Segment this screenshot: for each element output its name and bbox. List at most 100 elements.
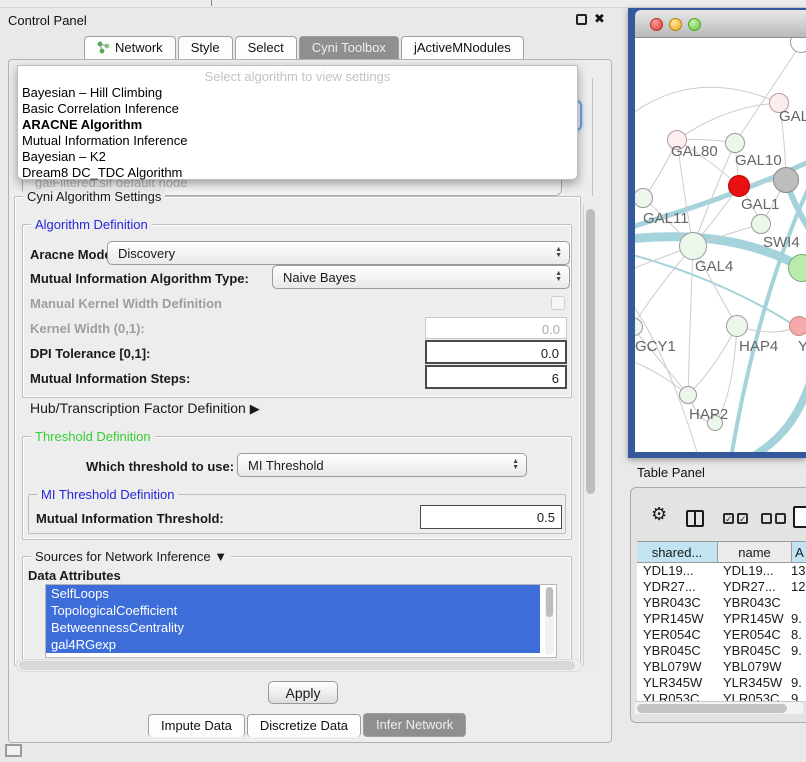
aracne-mode-combo[interactable]: Discovery ▲▼: [107, 241, 570, 265]
table-row[interactable]: YLR053CYLR053C9: [637, 691, 806, 701]
table-row[interactable]: YER054CYER054C8.: [637, 627, 806, 643]
attribute-betweennesscentrality[interactable]: BetweennessCentrality: [46, 619, 540, 636]
hub-definition-toggle[interactable]: Hub/Transcription Factor Definition ▶: [30, 400, 260, 417]
tab-select[interactable]: Select: [235, 36, 297, 59]
node-label-hap2: HAP2: [689, 406, 728, 423]
checked-checkbox-icon[interactable]: ✓: [737, 513, 748, 524]
table-row[interactable]: YPR145WYPR145W9.: [637, 611, 806, 627]
network-node-swi4[interactable]: [751, 214, 771, 234]
sources-title[interactable]: Sources for Network Inference ▼: [31, 549, 231, 564]
network-canvas[interactable]: GAL GAL80 GAL10 GAL1 GAL11 SWI4 GAL4 GCY…: [635, 38, 806, 452]
network-node-hap4[interactable]: [726, 315, 748, 337]
mi-type-combo[interactable]: Naive Bayes ▲▼: [272, 265, 570, 289]
cell: 8.: [787, 627, 806, 643]
unchecked-checkbox-icon[interactable]: [761, 513, 772, 524]
table-row[interactable]: YDR27...YDR27...12: [637, 579, 806, 595]
cell: YLR345W: [715, 675, 787, 691]
tab-network[interactable]: Network: [84, 36, 176, 59]
network-node-gal4[interactable]: [679, 232, 707, 260]
table-row[interactable]: YBR045CYBR045C9.: [637, 643, 806, 659]
top-strip: [0, 0, 806, 8]
cell: YER054C: [715, 627, 787, 643]
network-node-y[interactable]: [789, 316, 806, 336]
settings-scrollbar[interactable]: [583, 205, 597, 666]
cell: [787, 595, 806, 611]
attributes-scrollbar[interactable]: [545, 587, 554, 655]
expanded-arrow-icon: ▼: [214, 549, 227, 564]
settings-hscrollbar[interactable]: [16, 659, 582, 672]
bottom-tabs: Impute Data Discretize Data Infer Networ…: [148, 714, 468, 737]
column-header-shared[interactable]: shared...: [637, 542, 718, 562]
settings-hscrollbar-thumb[interactable]: [19, 661, 575, 670]
manual-kernel-checkbox[interactable]: [551, 296, 565, 310]
tab-cyni-toolbox[interactable]: Cyni Toolbox: [299, 36, 399, 59]
network-node-gal10[interactable]: [725, 133, 745, 153]
gear-icon[interactable]: ⚙: [651, 504, 667, 525]
which-threshold-combo[interactable]: MI Threshold ▲▼: [237, 453, 527, 477]
table-row[interactable]: YLR345WYLR345W9.: [637, 675, 806, 691]
minimized-panel-icon[interactable]: [5, 744, 22, 757]
minimize-traffic-light[interactable]: [669, 18, 682, 31]
mi-threshold-input[interactable]: 0.5: [420, 505, 562, 529]
sources-title-label: Sources for Network Inference: [35, 549, 211, 564]
zoom-traffic-light[interactable]: [688, 18, 701, 31]
table-hscrollbar[interactable]: [635, 701, 803, 714]
cell: YBL079W: [715, 659, 787, 675]
document-icon[interactable]: [793, 506, 806, 528]
checked-checkbox-icon[interactable]: ✓: [723, 513, 734, 524]
aracne-mode-value: Discovery: [118, 246, 175, 261]
algorithm-option-bayesian-k2[interactable]: Bayesian – K2: [18, 149, 577, 165]
network-node-gray[interactable]: [773, 167, 799, 193]
network-window-titlebar[interactable]: [635, 10, 806, 38]
tab-jactivemnodules[interactable]: jActiveMNodules: [401, 36, 524, 59]
data-attributes-list[interactable]: SelfLoops TopologicalCoefficient Between…: [45, 584, 557, 658]
cell: YDL19...: [637, 563, 715, 579]
column-header-third[interactable]: A: [792, 542, 806, 562]
stepper-icon: ▲▼: [555, 247, 562, 259]
algorithm-option-mutual-information[interactable]: Mutual Information Inference: [18, 133, 577, 149]
algorithm-option-dream8[interactable]: Dream8 DC_TDC Algorithm: [18, 165, 577, 181]
kernel-width-input[interactable]: 0.0: [425, 317, 567, 339]
tab-select-label: Select: [248, 40, 284, 55]
cell: 9.: [787, 611, 806, 627]
network-node-gal1[interactable]: [728, 175, 750, 197]
dpi-tolerance-input[interactable]: 0.0: [425, 340, 567, 364]
cell: YDL19...: [715, 563, 787, 579]
table-hscrollbar-thumb[interactable]: [637, 704, 787, 713]
cell: [787, 659, 806, 675]
table-row[interactable]: YBR043CYBR043C: [637, 595, 806, 611]
cell: 13: [787, 563, 806, 579]
tab-discretize-data[interactable]: Discretize Data: [247, 714, 361, 737]
float-window-icon[interactable]: [576, 14, 587, 25]
settings-scrollbar-thumb[interactable]: [586, 209, 595, 494]
network-node-hap2[interactable]: [679, 386, 697, 404]
table-row[interactable]: YDL19...YDL19...13: [637, 563, 806, 579]
algorithm-option-basic-correlation[interactable]: Basic Correlation Inference: [18, 101, 577, 117]
algorithm-option-aracne[interactable]: ARACNE Algorithm: [18, 117, 577, 133]
attribute-gal4rgexp[interactable]: gal4RGexp: [46, 636, 540, 653]
cell: YLR053C: [637, 691, 715, 701]
close-icon[interactable]: ✖: [594, 11, 605, 27]
columns-icon[interactable]: [686, 510, 704, 527]
divider: [211, 0, 212, 6]
tab-impute-data[interactable]: Impute Data: [148, 714, 245, 737]
mi-steps-label: Mutual Information Steps:: [30, 371, 190, 386]
cell: YBR043C: [637, 595, 715, 611]
control-panel-tabs: Network Style Select Cyni Toolbox jActiv…: [84, 36, 526, 59]
algorithm-option-bayesian-hill-climbing[interactable]: Bayesian – Hill Climbing: [18, 85, 577, 101]
attribute-selfloops[interactable]: SelfLoops: [46, 585, 540, 602]
apply-button[interactable]: Apply: [268, 681, 338, 704]
manual-kernel-label: Manual Kernel Width Definition: [30, 296, 222, 311]
mi-steps-input[interactable]: 6: [425, 365, 567, 389]
data-attributes-label: Data Attributes: [28, 568, 121, 583]
tab-network-label: Network: [115, 40, 163, 55]
tab-infer-network[interactable]: Infer Network: [363, 713, 466, 737]
close-traffic-light[interactable]: [650, 18, 663, 31]
attributes-scrollbar-thumb[interactable]: [546, 587, 553, 617]
unchecked-checkbox-icon[interactable]: [775, 513, 786, 524]
attribute-topologicalcoefficient[interactable]: TopologicalCoefficient: [46, 602, 540, 619]
tab-style[interactable]: Style: [178, 36, 233, 59]
node-label-swi4: SWI4: [763, 234, 800, 251]
table-row[interactable]: YBL079WYBL079W: [637, 659, 806, 675]
column-header-name[interactable]: name: [718, 542, 792, 562]
